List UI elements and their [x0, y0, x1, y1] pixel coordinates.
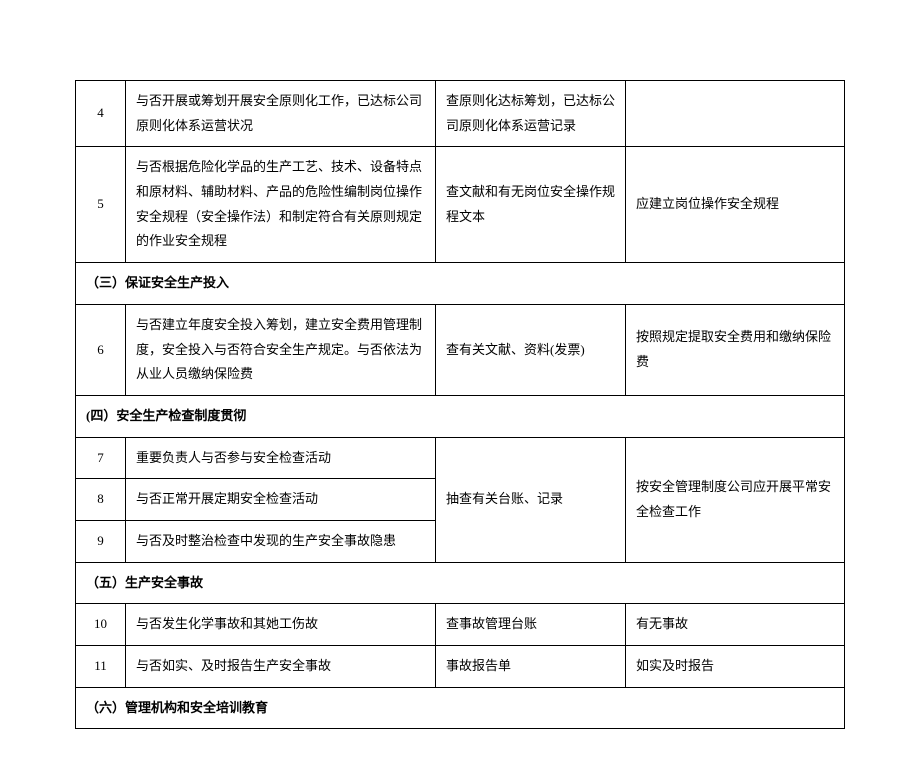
row-desc: 与否根据危险化学品的生产工艺、技术、设备特点和原材料、辅助材料、产品的危险性编制…	[126, 147, 436, 263]
table-row: 10 与否发生化学事故和其她工伤故 查事故管理台账 有无事故	[76, 604, 845, 646]
row-remark: 按照规定提取安全费用和缴纳保险费	[626, 304, 845, 395]
row-desc: 与否发生化学事故和其她工伤故	[126, 604, 436, 646]
row-desc: 与否建立年度安全投入筹划，建立安全费用管理制度，安全投入与否符合安全生产规定。与…	[126, 304, 436, 395]
table-row: 11 与否如实、及时报告生产安全事故 事故报告单 如实及时报告	[76, 646, 845, 688]
row-number: 9	[76, 520, 126, 562]
row-method: 查事故管理台账	[436, 604, 626, 646]
row-desc: 重要负责人与否参与安全检查活动	[126, 437, 436, 479]
section-title: (四）安全生产检查制度贯彻	[76, 395, 845, 437]
row-method: 查文献和有无岗位安全操作规程文本	[436, 147, 626, 263]
row-desc: 与否正常开展定期安全检查活动	[126, 479, 436, 521]
row-method: 事故报告单	[436, 646, 626, 688]
row-number: 6	[76, 304, 126, 395]
table-row: 6 与否建立年度安全投入筹划，建立安全费用管理制度，安全投入与否符合安全生产规定…	[76, 304, 845, 395]
row-remark: 有无事故	[626, 604, 845, 646]
safety-inspection-table: 4 与否开展或筹划开展安全原则化工作，已达标公司原则化体系运营状况 查原则化达标…	[75, 80, 845, 729]
section-header: (四）安全生产检查制度贯彻	[76, 395, 845, 437]
row-number: 7	[76, 437, 126, 479]
row-method: 查有关文献、资料(发票)	[436, 304, 626, 395]
row-remark	[626, 81, 845, 147]
row-desc: 与否如实、及时报告生产安全事故	[126, 646, 436, 688]
section-header: （三）保证安全生产投入	[76, 263, 845, 305]
section-title: （三）保证安全生产投入	[76, 263, 845, 305]
row-remark: 如实及时报告	[626, 646, 845, 688]
section-header: （五）生产安全事故	[76, 562, 845, 604]
row-number: 8	[76, 479, 126, 521]
section-title: （六）管理机构和安全培训教育	[76, 687, 845, 729]
row-number: 10	[76, 604, 126, 646]
row-remark: 按安全管理制度公司应开展平常安全检查工作	[626, 437, 845, 562]
row-number: 4	[76, 81, 126, 147]
section-header: （六）管理机构和安全培训教育	[76, 687, 845, 729]
row-method: 抽查有关台账、记录	[436, 437, 626, 562]
section-title: （五）生产安全事故	[76, 562, 845, 604]
row-remark: 应建立岗位操作安全规程	[626, 147, 845, 263]
table-row: 4 与否开展或筹划开展安全原则化工作，已达标公司原则化体系运营状况 查原则化达标…	[76, 81, 845, 147]
row-number: 11	[76, 646, 126, 688]
row-number: 5	[76, 147, 126, 263]
row-method: 查原则化达标筹划，已达标公司原则化体系运营记录	[436, 81, 626, 147]
row-desc: 与否及时整治检查中发现的生产安全事故隐患	[126, 520, 436, 562]
table-row: 7 重要负责人与否参与安全检查活动 抽查有关台账、记录 按安全管理制度公司应开展…	[76, 437, 845, 479]
row-desc: 与否开展或筹划开展安全原则化工作，已达标公司原则化体系运营状况	[126, 81, 436, 147]
table-row: 5 与否根据危险化学品的生产工艺、技术、设备特点和原材料、辅助材料、产品的危险性…	[76, 147, 845, 263]
